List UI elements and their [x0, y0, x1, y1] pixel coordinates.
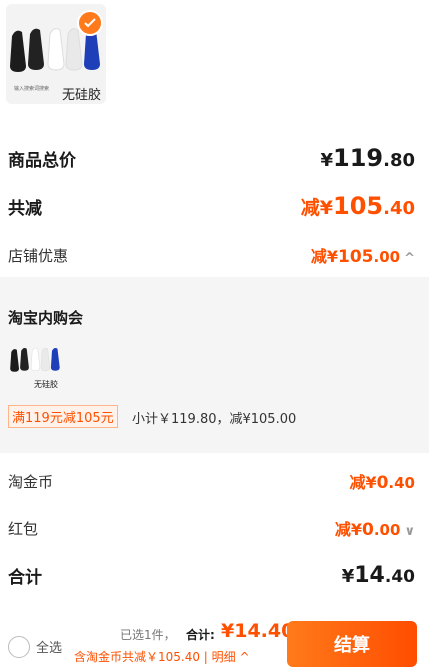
redpack-value: 减¥0.00 ∨	[334, 520, 415, 540]
discount-detail-link[interactable]: 含淘金币共减￥105.40 | 明细 ^	[74, 648, 250, 665]
footer-total-value: ¥14.40	[221, 620, 295, 642]
coin-row: 淘金币 减¥0.40	[8, 469, 415, 494]
thumbnail-caption: 无硅胶	[62, 88, 102, 103]
footer-total-label: 合计:	[186, 628, 215, 642]
store-name: 淘宝内购会	[8, 309, 84, 327]
store-discount-panel: 淘宝内购会 无硅胶 满119元减105元 小计￥119.80，减¥105.00	[0, 277, 429, 453]
coin-value: 减¥0.40	[349, 473, 415, 493]
selected-check-icon[interactable]	[77, 10, 103, 36]
total-price-row: 商品总价 ¥119.80	[8, 144, 415, 172]
store-product-thumbnail[interactable]: 无硅胶	[8, 341, 63, 396]
grand-total-row: 合计 ¥14.40	[8, 563, 415, 588]
store-discount-value: 减¥105.00 ^	[310, 247, 415, 267]
store-discount-row[interactable]: 店铺优惠 减¥105.00 ^	[8, 243, 415, 268]
redpack-row[interactable]: 红包 减¥0.00 ∨	[8, 516, 415, 541]
store-discount-label: 店铺优惠	[8, 246, 69, 265]
chevron-down-icon[interactable]: ∨	[404, 524, 415, 539]
select-all-label[interactable]: 全选	[36, 637, 62, 656]
discount-label: 共减	[8, 198, 42, 219]
total-price-label: 商品总价	[8, 150, 76, 171]
discount-row: 共减 减¥105.40	[8, 192, 415, 220]
total-price-value: ¥119.80	[320, 144, 415, 172]
promo-summary: 小计￥119.80，减¥105.00	[132, 412, 297, 427]
promo-tag: 满119元减105元	[8, 405, 118, 428]
select-all-radio[interactable]	[8, 636, 30, 658]
coin-label: 淘金币	[8, 472, 54, 491]
redpack-label: 红包	[8, 519, 39, 538]
checkout-button[interactable]: 结算	[287, 621, 417, 667]
thumbnail-subtext: 输入搜索词搜索	[14, 86, 50, 92]
grand-total-value: ¥14.40	[341, 563, 415, 588]
discount-value: 减¥105.40	[300, 192, 415, 220]
grand-total-label: 合计	[8, 568, 42, 588]
checkout-bar: 全选 已选1件， 合计: ¥14.40 含淘金币共减￥105.40 | 明细 ^…	[0, 615, 429, 668]
chevron-up-icon[interactable]: ^	[404, 251, 415, 266]
store-thumb-caption: 无硅胶	[34, 380, 58, 389]
selected-count: 已选1件，	[120, 628, 176, 642]
